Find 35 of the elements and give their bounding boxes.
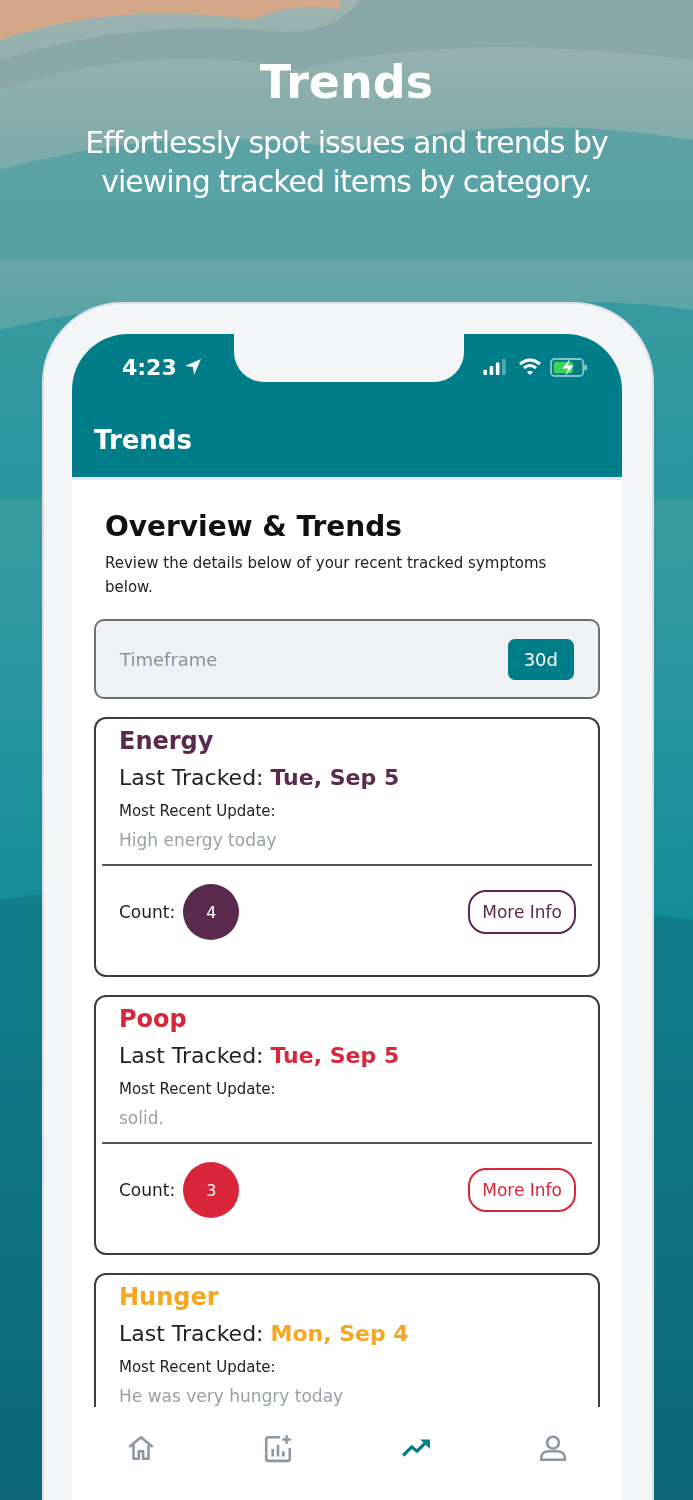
subtitle: Effortlessly spot issues and trends by viewing tracked items by category.: [84, 124, 609, 201]
category-name: Energy: [119, 727, 215, 755]
category-name: Hunger: [119, 1283, 220, 1311]
last-tracked-date: Mon, Sep 4: [270, 1321, 409, 1346]
timeframe-button[interactable]: 30d: [507, 638, 574, 680]
update-text: He was very hungry today: [119, 1386, 345, 1406]
section-description: Review the details below of your recent tracked symptoms below.: [105, 553, 548, 598]
status-time: 4:23: [122, 354, 177, 380]
count-badge: 3: [183, 1162, 240, 1218]
update-text: solid.: [119, 1108, 165, 1128]
timeframe-label: Timeframe: [120, 648, 219, 670]
update-text: High energy today: [119, 830, 278, 850]
count-badge: 4: [183, 884, 240, 940]
last-tracked-date: Tue, Sep 5: [270, 765, 400, 790]
user-icon: [538, 1433, 569, 1463]
section-title: Overview & Trends: [105, 510, 403, 543]
timeframe-field[interactable]: Timeframe 30d: [94, 619, 600, 699]
more-info-button[interactable]: More Info: [468, 1168, 576, 1212]
signal-icon: [482, 359, 508, 375]
last-tracked-date: Tue, Sep 5: [270, 1043, 400, 1068]
update-label: Most Recent Update:: [119, 802, 277, 820]
battery-icon: [550, 357, 588, 377]
count-label: Count:: [119, 902, 176, 922]
update-label: Most Recent Update:: [119, 1080, 277, 1098]
last-tracked-label: Last Tracked:: [119, 1321, 264, 1346]
chart-plus-icon: [263, 1433, 294, 1463]
last-tracked-label: Last Tracked:: [119, 765, 264, 790]
count-label: Count:: [119, 1180, 176, 1200]
wifi-icon: [518, 358, 542, 376]
last-tracked-label: Last Tracked:: [119, 1043, 264, 1068]
headline: Trends: [259, 55, 434, 109]
more-info-button[interactable]: More Info: [468, 890, 576, 934]
update-label: Most Recent Update:: [119, 1358, 277, 1376]
category-name: Poop: [119, 1005, 188, 1033]
header-title: Trends: [94, 425, 193, 455]
